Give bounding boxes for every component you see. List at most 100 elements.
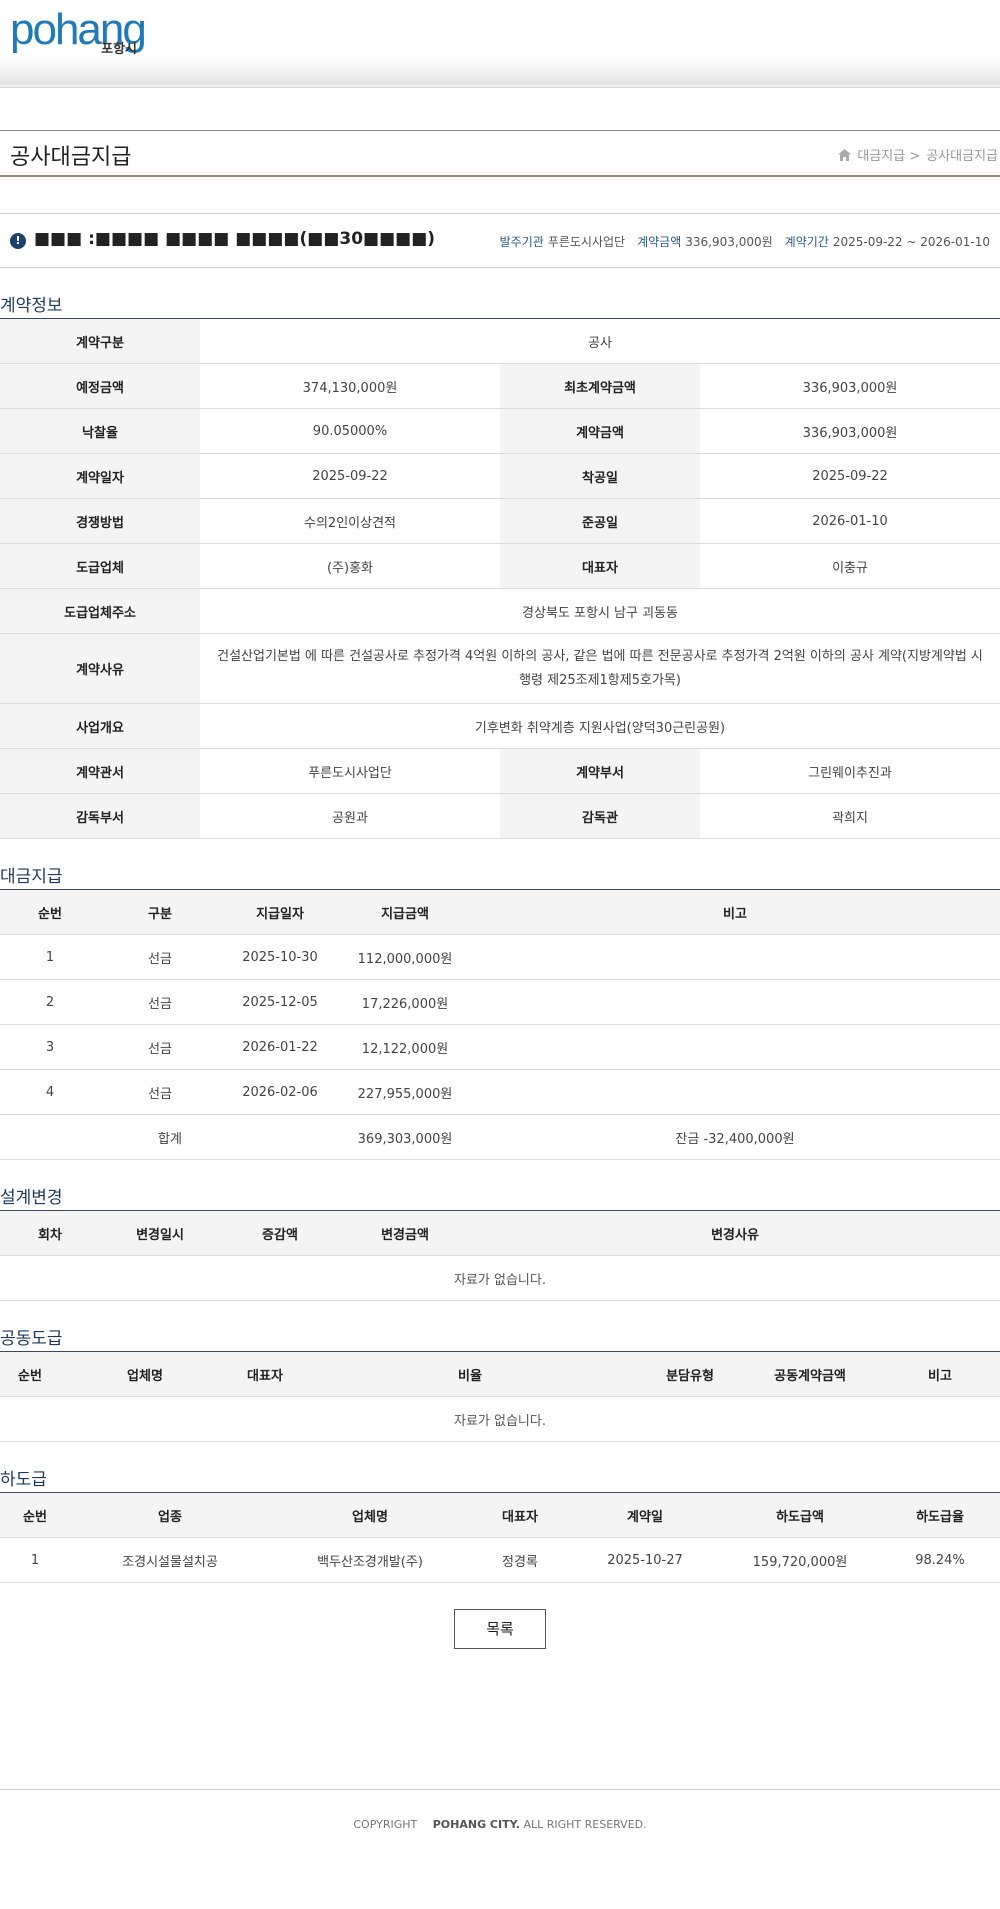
breadcrumb-item-payment[interactable]: 대금지급 > [857,145,920,164]
col-header: 대표자 [470,1492,570,1538]
label-contractor: 도급업체 [0,543,200,589]
col-header: 변경사유 [470,1210,1000,1256]
table-header-row: 순번 구분 지급일자 지급금액 비고 [0,889,1000,935]
table-header-row: 회차 변경일시 증감액 변경금액 변경사유 [0,1210,1000,1256]
breadcrumb-item-current: 공사대금지급 [926,149,998,164]
value-completion-date: 2026-01-10 [700,498,1000,544]
value-supervisor: 곽희지 [700,793,1000,839]
col-header: 증감액 [220,1210,340,1256]
label-estimated-amount: 예정금액 [0,363,200,409]
info-icon: ! [10,233,26,249]
cell-amount: 17,226,000원 [340,979,470,1025]
empty-row: 자료가 없습니다. [0,1255,1000,1301]
value-first-amount: 336,903,000원 [700,363,1000,409]
table-total-row: 합계 369,303,000원 잔금 -32,400,000원 [0,1114,1000,1160]
pohang-logo[interactable]: pohang 포항시 [10,8,155,58]
col-header: 비율 [300,1351,640,1397]
label-contract-dept: 계약부서 [500,748,700,794]
list-button[interactable]: 목록 [454,1609,546,1649]
cell-date: 2026-01-22 [220,1024,340,1070]
label-completion-date: 준공일 [500,498,700,544]
cell-note [470,1069,1000,1115]
meta-contract-amount: 계약금액 336,903,000원 [637,235,773,249]
empty-message: 자료가 없습니다. [0,1396,1000,1442]
subcontract-table: 순번 업종 업체명 대표자 계약일 하도급액 하도급율 1 조경시설물설치공 백… [0,1492,1000,1583]
col-header: 회차 [0,1210,100,1256]
section-title-contract: 계약정보 [0,296,63,316]
section-title-joint: 공동도급 [0,1329,63,1349]
cell-amount: 159,720,000원 [720,1537,880,1583]
cell-amount: 227,955,000원 [340,1069,470,1115]
label-first-amount: 최초계약금액 [500,363,700,409]
empty-row: 자료가 없습니다. [0,1396,1000,1442]
label-bid-method: 경쟁방법 [0,498,200,544]
col-header: 하도급액 [720,1492,880,1538]
col-header: 지급금액 [340,889,470,935]
col-header: 순번 [0,1492,70,1538]
footer-copyright: COPYRIGHT [353,1818,418,1831]
cell-type: 선금 [100,934,220,980]
value-estimated-amount: 374,130,000원 [200,363,500,409]
value-contract-amount: 336,903,000원 [700,408,1000,454]
logo-subtext: 포항시 [101,42,137,57]
breadcrumb: 대금지급 > 공사대금지급 [838,145,998,164]
title-bar: 공사대금지급 대금지급 > 공사대금지급 [0,130,1000,177]
button-area: 목록 [0,1609,1000,1649]
col-header: 업체명 [60,1351,230,1397]
cell-date: 2025-12-05 [220,979,340,1025]
total-amount: 369,303,000원 [340,1114,470,1160]
label-project-summary: 사업개요 [0,703,200,749]
label-contract-office: 계약관서 [0,748,200,794]
cell-note [470,934,1000,980]
cell-no: 2 [0,979,100,1025]
meta-orderer: 발주기관 푸른도시사업단 [499,235,626,249]
cell-type: 선금 [100,979,220,1025]
contract-info-table: 계약구분 공사 예정금액 374,130,000원 최초계약금액 336,903… [0,318,1000,839]
label-contract-type: 계약구분 [0,318,200,364]
cell-type: 선금 [100,1069,220,1115]
cell-date: 2025-10-30 [220,934,340,980]
label-representative: 대표자 [500,543,700,589]
cell-company: 백두산조경개발(주) [270,1537,470,1583]
col-header: 공동계약금액 [740,1351,880,1397]
col-header: 계약일 [570,1492,720,1538]
cell-note [470,1024,1000,1070]
cell-no: 3 [0,1024,100,1070]
value-bid-method: 수의2인이상견적 [200,498,500,544]
col-header: 업체명 [270,1492,470,1538]
col-header: 구분 [100,889,220,935]
payments-table: 순번 구분 지급일자 지급금액 비고 1 선금 2025-10-30 112,0… [0,889,1000,1160]
empty-message: 자료가 없습니다. [0,1255,1000,1301]
value-contract-date: 2025-09-22 [200,453,500,499]
col-header: 비고 [880,1351,1000,1397]
project-meta: 발주기관 푸른도시사업단 계약금액 336,903,000원 계약기간 2025-09… [500,233,990,250]
col-header: 지급일자 [220,889,340,935]
project-info-bar: ! ■■■ :■■■■ ■■■■ ■■■■(■■30■■■■) 발주기관 푸른도시… [0,213,1000,268]
col-header: 업종 [70,1492,270,1538]
page-title: 공사대금지급 [10,145,132,170]
cell-amount: 12,122,000원 [340,1024,470,1070]
table-row: 2 선금 2025-12-05 17,226,000원 [0,979,1000,1025]
value-contract-office: 푸른도시사업단 [200,748,500,794]
cell-rate: 98.24% [880,1537,1000,1583]
value-representative: 이충규 [700,543,1000,589]
table-row: 1 조경시설물설치공 백두산조경개발(주) 정경록 2025-10-27 159… [0,1537,1000,1583]
label-contractor-address: 도급업체주소 [0,588,200,634]
home-icon[interactable] [838,148,852,161]
col-header: 대표자 [230,1351,300,1397]
cell-amount: 112,000,000원 [340,934,470,980]
value-contract-type: 공사 [200,318,1000,364]
value-contractor: (주)홍화 [200,543,500,589]
footer-rights: ALL RIGHT RESERVED. [523,1818,647,1831]
footer: COPYRIGHT POHANG CITY. ALL RIGHT RESERVE… [0,1789,1000,1883]
design-change-table: 회차 변경일시 증감액 변경금액 변경사유 자료가 없습니다. [0,1210,1000,1301]
balance-amount: 잔금 -32,400,000원 [470,1114,1000,1160]
value-contract-reason: 건설산업기본법 에 따른 건설공사로 추정가격 4억원 이하의 공사, 같은 법… [200,633,1000,704]
table-row: 3 선금 2026-01-22 12,122,000원 [0,1024,1000,1070]
col-header: 하도급율 [880,1492,1000,1538]
col-header: 변경일시 [100,1210,220,1256]
section-title-payments: 대금지급 [0,867,63,887]
col-header: 순번 [0,889,100,935]
table-header-row: 순번 업체명 대표자 비율 분담유형 공동계약금액 비고 [0,1351,1000,1397]
label-contract-date: 계약일자 [0,453,200,499]
